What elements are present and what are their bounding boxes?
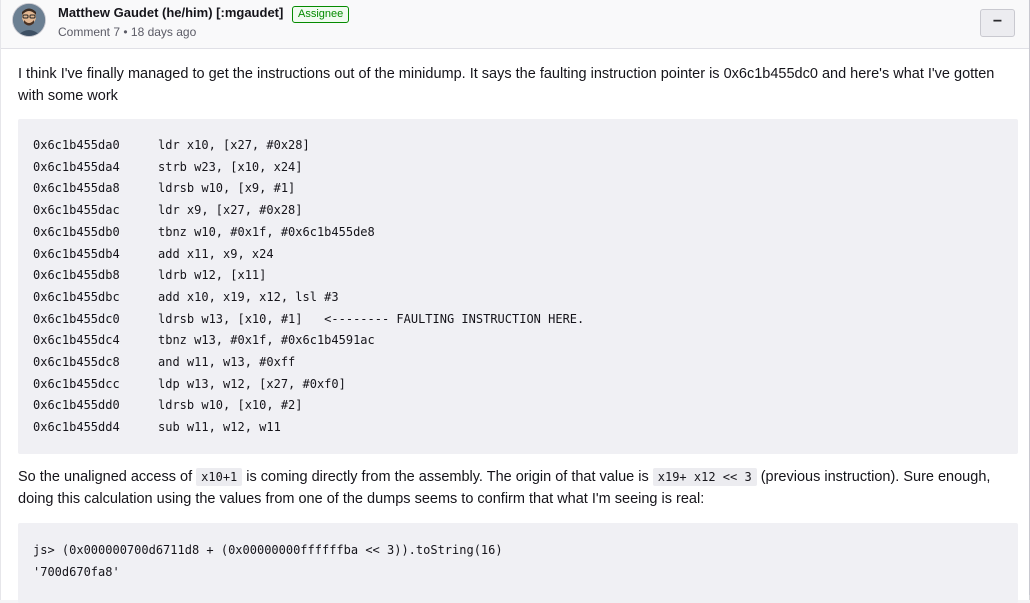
asm-address: 0x6c1b455da8 — [33, 181, 120, 196]
asm-line: 0x6c1b455db8 ldrb w12, [x11] — [33, 266, 266, 284]
asm-address: 0x6c1b455db0 — [33, 224, 120, 239]
asm-line: 0x6c1b455dd4 sub w11, w12, w11 — [33, 418, 281, 436]
asm-address: 0x6c1b455dc0 — [33, 311, 120, 326]
asm-instruction: strb w23, [x10, x24] — [158, 159, 303, 174]
asm-address: 0x6c1b455db8 — [33, 268, 120, 283]
asm-instruction: and w11, w13, #0xff — [158, 355, 296, 369]
inline-code-origin: x19+ x12 << 3 — [652, 468, 757, 486]
asm-instruction: ldrsb w10, [x9, #1] — [158, 181, 296, 196]
asm-address: 0x6c1b455dc8 — [33, 355, 120, 369]
asm-address: 0x6c1b455dd0 — [33, 398, 120, 413]
asm-line: 0x6c1b455dbc add x10, x19, x12, lsl #3 — [33, 288, 339, 306]
comment-meta: Comment 7 • 18 days ago — [58, 25, 197, 39]
asm-instruction: tbnz w10, #0x1f, #0x6c1b455de8 — [158, 224, 375, 239]
asm-address: 0x6c1b455dcc — [33, 376, 120, 391]
asm-instruction: ldrb w12, [x11] — [158, 268, 267, 283]
comment-paragraph-1: I think I've finally managed to get the … — [18, 66, 995, 104]
comment-card: Matthew Gaudet (he/him) [:mgaudet] Assig… — [0, 0, 1030, 603]
asm-instruction: add x11, x9, x24 — [158, 246, 274, 261]
asm-address: 0x6c1b455da0 — [33, 138, 120, 152]
asm-line: 0x6c1b455db4 add x11, x9, x24 — [33, 245, 274, 263]
comment-header: Matthew Gaudet (he/him) [:mgaudet] Assig… — [1, 0, 1029, 49]
asm-instruction: add x10, x19, x12, lsl #3 — [158, 289, 339, 304]
js-code-block: js> (0x000000700d6711d8 + (0x00000000fff… — [18, 523, 1018, 603]
asm-instruction: ldrsb w10, [x10, #2] — [158, 398, 303, 413]
assembly-code-block: 0x6c1b455da0 ldr x10, [x27, #0x28] 0x6c1b4… — [18, 119, 1018, 454]
asm-instruction: ldr x9, [x27, #0x28] — [158, 203, 303, 218]
avatar-image — [13, 4, 45, 36]
asm-address: 0x6c1b455db4 — [33, 246, 120, 261]
asm-address: 0x6c1b455dac — [33, 203, 120, 218]
asm-instruction: ldrsb w13, [x10, #1] <-------- FAULTING … — [158, 311, 585, 326]
asm-line: 0x6c1b455da0 ldr x10, [x27, #0x28] — [33, 136, 310, 154]
asm-address: 0x6c1b455da4 — [33, 159, 120, 174]
assignee-badge: Assignee — [292, 6, 350, 23]
comment-author[interactable]: Matthew Gaudet (he/him) [:mgaudet] — [58, 5, 283, 20]
paragraph-2-text-b: is coming directly from the assembly. Th… — [242, 469, 653, 485]
js-code-line-1: js> (0x000000700d6711d8 + (0x00000000fff… — [33, 543, 503, 557]
asm-address: 0x6c1b455dd4 — [33, 420, 120, 435]
asm-line: 0x6c1b455dd0 ldrsb w10, [x10, #2] — [33, 396, 303, 414]
asm-line: 0x6c1b455da4 strb w23, [x10, x24] — [33, 158, 303, 176]
asm-instruction: tbnz w13, #0x1f, #0x6c1b4591ac — [158, 333, 375, 348]
paragraph-2-text-a: So the unaligned access of — [18, 469, 197, 485]
js-code-line-2: '700d670fa8' — [33, 565, 120, 579]
asm-instruction: ldr x10, [x27, #0x28] — [158, 138, 310, 152]
asm-line: 0x6c1b455dac ldr x9, [x27, #0x28] — [33, 201, 303, 219]
asm-instruction: sub w11, w12, w11 — [158, 420, 281, 435]
asm-line: 0x6c1b455dcc ldp w13, w12, [x27, #0xf0] — [33, 375, 346, 393]
inline-code-x10: x10+1 — [196, 468, 243, 486]
asm-line: 0x6c1b455da8 ldrsb w10, [x9, #1] — [33, 179, 295, 197]
asm-line: 0x6c1b455dc8 and w11, w13, #0xff — [33, 353, 295, 371]
asm-instruction: ldp w13, w12, [x27, #0xf0] — [158, 376, 346, 391]
avatar[interactable] — [13, 4, 45, 36]
asm-address: 0x6c1b455dbc — [33, 289, 120, 304]
comment-paragraph-2: So the unaligned access of x10+1 is comi… — [18, 466, 1018, 510]
asm-line: 0x6c1b455dc4 tbnz w13, #0x1f, #0x6c1b4591… — [33, 331, 375, 349]
collapse-button[interactable]: − — [980, 9, 1015, 37]
asm-line: 0x6c1b455db0 tbnz w10, #0x1f, #0x6c1b455d… — [33, 223, 375, 241]
asm-address: 0x6c1b455dc4 — [33, 333, 120, 348]
asm-line: 0x6c1b455dc0 ldrsb w13, [x10, #1] <------… — [33, 310, 584, 328]
